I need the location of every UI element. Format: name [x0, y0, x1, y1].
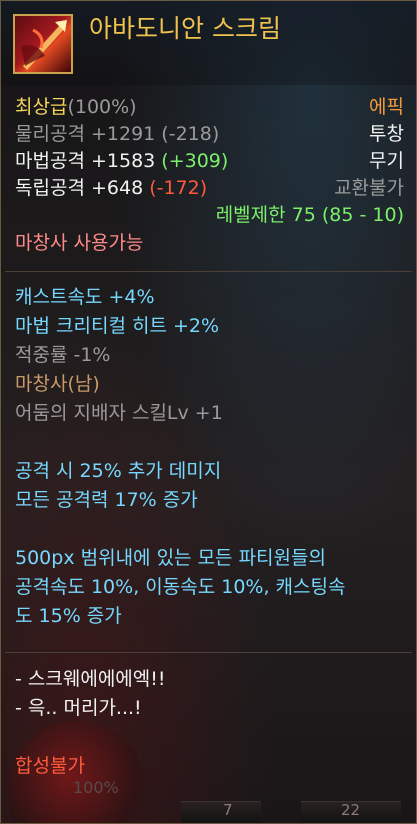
stat-magic-attack: 마법공격 +1583 (+309) — [15, 150, 229, 172]
item-tooltip: 아바도니안 스크림 최상급(100%) 에픽 물리공격 +1291 (-218)… — [0, 0, 417, 824]
option-cast-speed: 캐스트속도 +4% — [15, 286, 155, 308]
level-limit: 레벨제한 75 (85 - 10) — [215, 204, 404, 226]
rarity-label: 에픽 — [369, 96, 404, 118]
divider — [5, 652, 412, 653]
item-name: 아바도니안 스크림 — [89, 14, 281, 43]
category-weapon: 무기 — [369, 150, 404, 172]
flavor-line-1: - 스크웨에에에엑!! — [15, 668, 166, 690]
background-slot — [181, 801, 261, 823]
option-magic-crit: 마법 크리티컬 히트 +2% — [15, 315, 220, 337]
effect-party-line-1: 500px 범위내에 있는 모든 파티원들의 — [15, 547, 326, 569]
trade-status: 교환불가 — [334, 177, 404, 199]
effect-extra-damage: 공격 시 25% 추가 데미지 — [15, 460, 222, 482]
effect-party-line-2: 공격속도 10%, 이동속도 10%, 캐스팅속 — [15, 576, 346, 598]
class-requirement: 마창사(남) — [15, 373, 100, 395]
stat-physical-attack: 물리공격 +1291 (-218) — [15, 123, 220, 145]
background-slot-number: 22 — [341, 801, 361, 819]
divider — [5, 271, 412, 272]
category-spear: 투창 — [369, 123, 404, 145]
effect-party-line-3: 도 15% 증가 — [15, 605, 122, 627]
effect-all-attack: 모든 공격력 17% 증가 — [15, 489, 198, 511]
usable-class: 마창사 사용가능 — [15, 232, 144, 254]
grade-percent: (100%) — [67, 96, 137, 118]
grade-row: 최상급(100%) — [15, 94, 137, 120]
background-slot-number: 7 — [223, 801, 233, 819]
spear-item-icon — [13, 14, 73, 74]
grade-label: 최상급 — [15, 96, 68, 118]
flavor-line-2: - 윽.. 머리가...! — [15, 697, 142, 719]
stat-independent-attack: 독립공격 +648 (-172) — [15, 177, 208, 199]
background-percent-text: 100% — [73, 778, 119, 797]
option-hit-rate: 적중률 -1% — [15, 344, 111, 366]
skill-bonus: 어둠의 지배자 스킬Lv +1 — [15, 402, 223, 424]
